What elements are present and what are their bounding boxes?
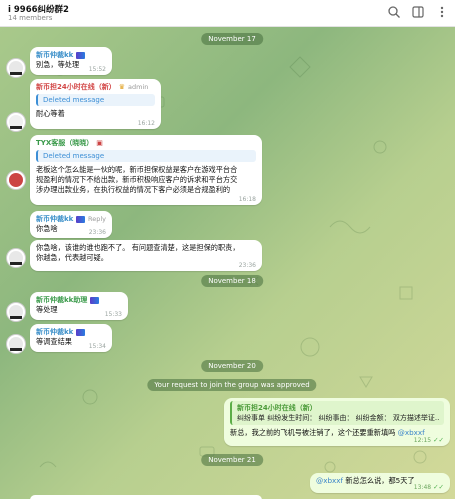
- message-time: 15:34: [88, 343, 106, 350]
- message-time: 15:52: [88, 66, 106, 73]
- reply-quote[interactable]: Deleted message: [36, 150, 256, 162]
- message-time: 16:18: [238, 196, 256, 203]
- message-text: 老板这个怎么能是一伙的呢，新币担保权益是客户在游戏平台合规盈利的情况下不给出款，…: [36, 165, 238, 194]
- message-time: 13:48: [413, 484, 432, 491]
- admin-label: admin: [128, 83, 149, 91]
- sidebar-toggle-icon[interactable]: [411, 5, 425, 19]
- message-time: 15:33: [104, 311, 122, 318]
- search-icon[interactable]: [387, 5, 401, 19]
- sender-name: 新币仲裁kk助理: [36, 296, 88, 304]
- message-bubble[interactable]: 新币担24小时在线（新） ♛ admin Deleted message 耐心等着 …: [30, 79, 161, 129]
- message-bubble-outgoing[interactable]: @xbxxf 新总怎么说，都5天了 13:48 ✓✓: [310, 473, 450, 493]
- message-time: 16:12: [137, 120, 155, 127]
- avatar[interactable]: [6, 334, 26, 354]
- message-bubble[interactable]: 新币仲裁kk 别急，等处理 15:52: [30, 47, 112, 75]
- reply-label[interactable]: Reply: [88, 215, 106, 223]
- message-bubble-outgoing[interactable]: 新币担24小时在线（新） 纠纷事单 纠纷发生时间： 纠纷事由： 纠纷金额： 双方…: [224, 398, 450, 446]
- message-bubble[interactable]: TYX客服（晓晓） ▣ Deleted message 老板这个怎么能是一伙的呢，…: [30, 135, 262, 205]
- message-bubble[interactable]: 新币仲裁kk 等调查结果 15:34: [30, 324, 112, 352]
- double-check-icon: ✓✓: [433, 436, 444, 444]
- sender-name: 新币仲裁kk: [36, 51, 74, 59]
- date-separator: November 20: [201, 360, 263, 372]
- mention-link[interactable]: @xbxxf: [316, 476, 343, 485]
- service-message: Your request to join the group was appro…: [147, 379, 317, 391]
- message-time: 12:15: [413, 437, 432, 444]
- message-bubble[interactable]: 新币仲裁kk Reply 你急啥 23:36: [30, 211, 112, 238]
- sender-name: 新币担24小时在线（新）: [36, 83, 116, 91]
- avatar[interactable]: [6, 58, 26, 78]
- message-text: 你急啥，该谁的谁也跑不了。 有问题查清楚，这是担保的职责，你越急，代表越可疑。: [36, 243, 240, 262]
- avatar[interactable]: [6, 248, 26, 268]
- date-separator: November 18: [201, 275, 263, 287]
- message-bubble[interactable]: [30, 495, 262, 499]
- sender-name: 新币仲裁kk: [36, 328, 74, 336]
- more-icon[interactable]: [435, 5, 449, 19]
- message-time: 23:36: [88, 229, 106, 236]
- message-bubble[interactable]: 新币仲裁kk助理 等处理 15:33: [30, 292, 128, 320]
- sender-name: 新币仲裁kk: [36, 215, 74, 223]
- date-separator: November 17: [201, 33, 263, 45]
- badge-icon: [90, 296, 100, 304]
- double-check-icon: ✓✓: [433, 483, 444, 491]
- quoted-text: 纠纷事单 纠纷发生时间： 纠纷事由： 纠纷金额： 双方描述举证...: [237, 414, 439, 422]
- chat-header: i 9966纠纷群2 14 members: [0, 0, 455, 27]
- message-text: 新总怎么说，都5天了: [345, 476, 415, 485]
- reply-quote[interactable]: Deleted message: [36, 94, 155, 106]
- flag-icon: ▣: [96, 139, 103, 147]
- quoted-sender: 新币担24小时在线（新）: [237, 404, 317, 412]
- badge-icon: [76, 51, 86, 59]
- sender-name: TYX客服（晓晓）: [36, 139, 94, 147]
- badge-icon: [76, 215, 85, 223]
- message-bubble[interactable]: 你急啥，该谁的谁也跑不了。 有问题查清楚，这是担保的职责，你越急，代表越可疑。 …: [30, 240, 262, 271]
- members-count: 14 members: [8, 14, 53, 22]
- badge-icon: [76, 328, 86, 336]
- date-separator: November 21: [201, 454, 263, 466]
- message-time: 23:36: [238, 262, 256, 269]
- avatar[interactable]: [6, 170, 26, 190]
- avatar[interactable]: [6, 112, 26, 132]
- message-text: 新总，我之前的飞机号被注销了，这个还要重新填吗: [230, 428, 396, 437]
- crown-icon: ♛: [118, 83, 126, 91]
- chat-area[interactable]: November 17 新币仲裁kk 别急，等处理 15:52 新币担24小时在…: [0, 27, 455, 499]
- message-text: 耐心等着: [36, 109, 65, 118]
- avatar[interactable]: [6, 302, 26, 322]
